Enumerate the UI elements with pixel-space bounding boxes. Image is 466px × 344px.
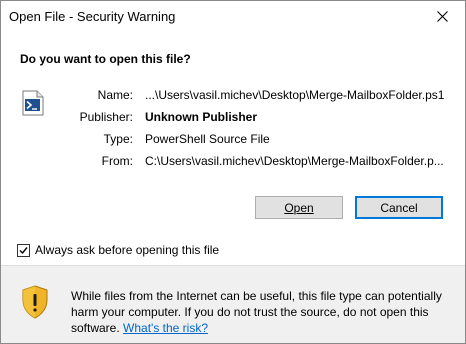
cancel-button-label: Cancel [380,200,418,215]
open-button[interactable]: Open [255,196,343,219]
from-value: C:\Users\vasil.michev\Desktop\Merge-Mail… [145,154,444,168]
name-label-cell: Name: [53,88,133,104]
name-value: ...\Users\vasil.michev\Desktop\Merge-Mai… [145,88,445,102]
cancel-button[interactable]: Cancel [355,196,443,219]
question-heading: Do you want to open this file? [20,52,191,66]
name-label: Name: [97,88,133,102]
from-label-cell: From: [53,154,133,170]
always-ask-checkbox[interactable] [17,243,30,257]
shield-warning-icon [22,285,48,319]
warning-panel: While files from the Internet can be use… [1,266,465,343]
type-label-cell: Type: [53,132,133,148]
security-warning-dialog: Open File - Security Warning Do you want… [0,0,466,344]
powershell-file-icon [22,90,44,116]
publisher-value: Unknown Publisher [145,110,258,124]
type-label: Type: [103,132,133,146]
title-bar[interactable]: Open File - Security Warning [1,1,465,32]
close-icon [436,11,448,22]
header-band: Do you want to open this file? [1,32,465,68]
checkmark-icon [19,246,28,254]
from-label: From: [101,154,133,168]
publisher-label-cell: Publisher: [53,110,133,126]
close-button[interactable] [419,1,465,32]
warning-text-block: While files from the Internet can be use… [71,288,456,336]
always-ask-checkbox-row[interactable]: Always ask before opening this file [17,242,219,258]
publisher-label: Publisher: [79,110,133,124]
whats-the-risk-link[interactable]: What's the risk? [123,321,208,335]
open-button-label: Open [284,200,314,215]
window-title: Open File - Security Warning [9,9,176,24]
always-ask-label: Always ask before opening this file [35,243,220,257]
type-value: PowerShell Source File [145,132,270,146]
file-info-panel: Name: ...\Users\vasil.michev\Desktop\Mer… [1,68,465,265]
